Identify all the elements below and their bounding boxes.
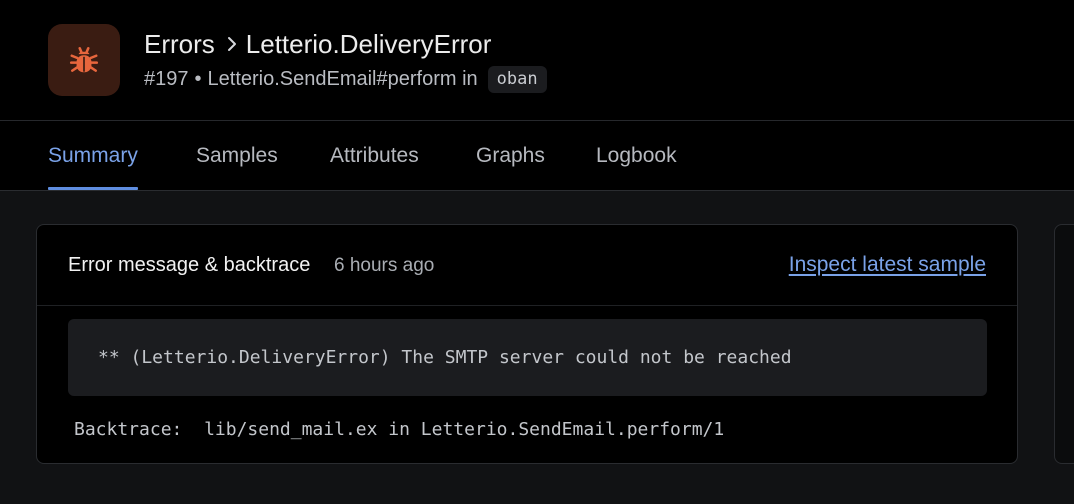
tab-bar: Summary Samples Attributes Graphs Logboo… — [0, 121, 1074, 191]
bug-icon — [67, 43, 101, 77]
tab-samples[interactable]: Samples — [196, 121, 278, 190]
backtrace-value: lib/send_mail.ex in Letterio.SendEmail.p… — [204, 419, 725, 440]
incident-number: #197 — [144, 67, 189, 90]
action-name: Letterio.SendEmail#perform — [207, 67, 457, 90]
tab-logbook[interactable]: Logbook — [596, 121, 677, 190]
page-header: Errors Letterio.DeliveryError #197 • Let… — [0, 0, 1074, 121]
error-message-text: ** (Letterio.DeliveryError) The SMTP ser… — [98, 347, 792, 368]
error-message-box: ** (Letterio.DeliveryError) The SMTP ser… — [68, 319, 987, 396]
breadcrumb-parent-link[interactable]: Errors — [144, 29, 215, 60]
breadcrumb: Errors Letterio.DeliveryError — [144, 28, 491, 60]
namespace-badge: oban — [487, 65, 547, 93]
chevron-right-icon — [227, 36, 237, 52]
error-message-panel: Error message & backtrace 6 hours ago In… — [36, 224, 1018, 464]
subtitle-separator: • — [194, 67, 202, 90]
tab-graphs[interactable]: Graphs — [476, 121, 545, 190]
breadcrumb-current: Letterio.DeliveryError — [245, 28, 492, 59]
error-icon-badge — [48, 24, 120, 96]
tab-summary[interactable]: Summary — [48, 121, 138, 190]
backtrace-line: Backtrace: lib/send_mail.ex in Letterio.… — [74, 419, 724, 440]
inspect-latest-sample-link[interactable]: Inspect latest sample — [789, 253, 986, 277]
panel-header: Error message & backtrace 6 hours ago In… — [37, 225, 1017, 306]
panel-title: Error message & backtrace — [68, 254, 311, 276]
side-panel — [1054, 224, 1074, 464]
tab-attributes[interactable]: Attributes — [330, 121, 419, 190]
in-label: in — [462, 67, 478, 90]
panel-timestamp: 6 hours ago — [334, 255, 435, 276]
error-subtitle: #197 • Letterio.SendEmail#perform in oba… — [144, 64, 547, 94]
backtrace-label: Backtrace: — [74, 419, 183, 440]
